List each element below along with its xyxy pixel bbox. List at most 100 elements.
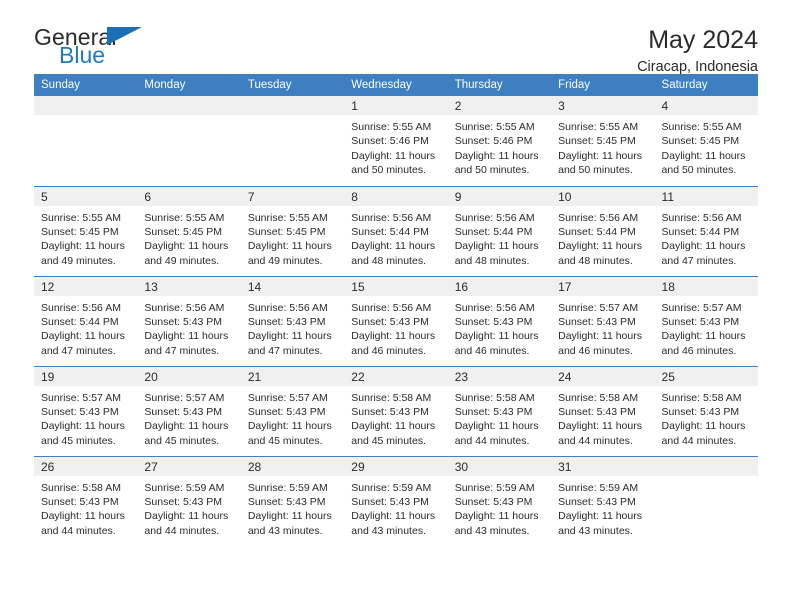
day-detail-daylight2: and 44 minutes. — [661, 434, 737, 447]
day-details: Sunrise: 5:59 AM Sunset: 5:43 PM Daylight:… — [137, 476, 240, 539]
general-blue-logo[interactable]: General Blue — [34, 24, 164, 72]
day-detail-daylight2: and 50 minutes. — [661, 164, 737, 177]
calendar-day-cell[interactable]: 3 Sunrise: 5:55 AM Sunset: 5:45 PM Daylight… — [551, 96, 655, 186]
day-detail-sunset: Sunset: 5:44 PM — [41, 315, 119, 328]
day-detail-sunrise: Sunrise: 5:59 AM — [351, 481, 432, 494]
calendar-day-cell[interactable]: 29 Sunrise: 5:59 AM Sunset: 5:43 PM Dayligh… — [344, 455, 448, 546]
calendar-week-row: 5 Sunrise: 5:55 AM Sunset: 5:45 PM Daylight… — [34, 185, 758, 276]
calendar-day-cell[interactable]: 9 Sunrise: 5:56 AM Sunset: 5:44 PM Daylight… — [447, 185, 552, 276]
calendar-week-row: 1 Sunrise: 5:55 AM Sunset: 5:46 PM Daylight… — [34, 96, 758, 186]
day-detail-sunset: Sunset: 5:45 PM — [41, 225, 119, 238]
day-details: Sunrise: 5:55 AM Sunset: 5:45 PM Daylight:… — [551, 115, 654, 178]
calendar-day-cell[interactable]: 23 Sunrise: 5:58 AM Sunset: 5:43 PM Dayligh… — [447, 365, 552, 456]
day-number: 28 — [240, 456, 345, 476]
calendar-day-cell[interactable]: 7 Sunrise: 5:55 AM Sunset: 5:45 PM Daylight… — [240, 185, 345, 276]
calendar-empty-cell — [137, 96, 241, 186]
calendar-day-cell[interactable]: 10 Sunrise: 5:56 AM Sunset: 5:44 PM Dayligh… — [551, 185, 655, 276]
day-detail-daylight1: Daylight: 11 hours — [41, 420, 125, 433]
day-box: 8 Sunrise: 5:56 AM Sunset: 5:44 PM Daylight… — [344, 186, 448, 276]
calendar-day-cell[interactable]: 14 Sunrise: 5:56 AM Sunset: 5:43 PM Dayligh… — [240, 275, 345, 366]
day-box: 16 Sunrise: 5:56 AM Sunset: 5:43 PM Dayligh… — [447, 276, 552, 366]
calendar-week-row: 12 Sunrise: 5:56 AM Sunset: 5:44 PM Dayligh… — [34, 275, 758, 366]
calendar-day-cell[interactable]: 8 Sunrise: 5:56 AM Sunset: 5:44 PM Daylight… — [344, 185, 448, 276]
day-number: 5 — [34, 186, 138, 206]
calendar-day-cell[interactable]: 31 Sunrise: 5:59 AM Sunset: 5:43 PM Dayligh… — [551, 455, 655, 546]
calendar-empty-cell — [654, 455, 758, 546]
day-details — [241, 115, 344, 120]
day-detail-sunset: Sunset: 5:44 PM — [454, 225, 533, 238]
day-details: Sunrise: 5:58 AM Sunset: 5:43 PM Daylight:… — [655, 386, 758, 449]
calendar-day-cell[interactable]: 6 Sunrise: 5:55 AM Sunset: 5:45 PM Daylight… — [137, 185, 241, 276]
calendar-day-cell[interactable]: 18 Sunrise: 5:57 AM Sunset: 5:43 PM Dayligh… — [654, 275, 758, 366]
day-detail-sunset: Sunset: 5:43 PM — [351, 495, 429, 508]
calendar-day-cell[interactable]: 4 Sunrise: 5:55 AM Sunset: 5:45 PM Daylight… — [654, 96, 758, 186]
calendar-day-cell[interactable]: 15 Sunrise: 5:56 AM Sunset: 5:43 PM Dayligh… — [344, 275, 448, 366]
day-detail-sunrise: Sunrise: 5:55 AM — [454, 121, 535, 133]
day-box: 6 Sunrise: 5:55 AM Sunset: 5:45 PM Daylight… — [137, 186, 241, 276]
day-box — [240, 96, 345, 186]
day-detail-sunrise: Sunrise: 5:56 AM — [351, 301, 432, 314]
calendar-day-cell[interactable]: 2 Sunrise: 5:55 AM Sunset: 5:46 PM Daylight… — [447, 96, 552, 186]
calendar-day-cell[interactable]: 27 Sunrise: 5:59 AM Sunset: 5:43 PM Dayligh… — [137, 455, 241, 546]
day-box: 10 Sunrise: 5:56 AM Sunset: 5:44 PM Dayligh… — [551, 186, 655, 276]
calendar-day-cell[interactable]: 12 Sunrise: 5:56 AM Sunset: 5:44 PM Dayligh… — [34, 275, 138, 366]
day-number — [240, 96, 345, 115]
day-number: 22 — [344, 366, 448, 386]
day-box: 22 Sunrise: 5:58 AM Sunset: 5:43 PM Dayligh… — [344, 366, 448, 456]
calendar-day-cell[interactable]: 11 Sunrise: 5:56 AM Sunset: 5:44 PM Dayligh… — [654, 185, 758, 276]
day-detail-sunrise: Sunrise: 5:57 AM — [247, 391, 328, 404]
day-box: 17 Sunrise: 5:57 AM Sunset: 5:43 PM Dayligh… — [551, 276, 655, 366]
day-detail-sunset: Sunset: 5:45 PM — [661, 135, 740, 148]
day-detail-sunset: Sunset: 5:43 PM — [558, 405, 636, 418]
calendar-day-cell[interactable]: 21 Sunrise: 5:57 AM Sunset: 5:43 PM Dayligh… — [240, 365, 345, 456]
day-detail-daylight2: and 48 minutes. — [454, 254, 530, 267]
calendar-day-cell[interactable]: 30 Sunrise: 5:59 AM Sunset: 5:43 PM Dayligh… — [447, 455, 552, 546]
day-detail-sunset: Sunset: 5:46 PM — [454, 135, 533, 148]
calendar-day-cell[interactable]: 22 Sunrise: 5:58 AM Sunset: 5:43 PM Dayligh… — [344, 365, 448, 456]
day-detail-sunset: Sunset: 5:43 PM — [247, 405, 326, 418]
day-box: 23 Sunrise: 5:58 AM Sunset: 5:43 PM Dayligh… — [447, 366, 552, 456]
day-number: 11 — [654, 186, 758, 206]
calendar-day-cell[interactable]: 5 Sunrise: 5:55 AM Sunset: 5:45 PM Daylight… — [34, 185, 138, 276]
day-details: Sunrise: 5:55 AM Sunset: 5:45 PM Daylight:… — [241, 206, 344, 269]
calendar-day-cell[interactable]: 26 Sunrise: 5:58 AM Sunset: 5:43 PM Dayligh… — [34, 455, 138, 547]
day-number: 7 — [240, 186, 345, 206]
day-detail-daylight2: and 45 minutes. — [41, 434, 116, 447]
day-detail-daylight2: and 44 minutes. — [144, 524, 220, 537]
day-box: 1 Sunrise: 5:55 AM Sunset: 5:46 PM Daylight… — [344, 96, 448, 186]
day-number: 3 — [551, 96, 655, 115]
calendar-day-cell[interactable]: 25 Sunrise: 5:58 AM Sunset: 5:43 PM Dayligh… — [654, 365, 758, 456]
day-box: 26 Sunrise: 5:58 AM Sunset: 5:43 PM Dayligh… — [34, 456, 138, 547]
day-detail-daylight1: Daylight: 11 hours — [351, 510, 436, 523]
day-detail-daylight1: Daylight: 11 hours — [454, 510, 539, 523]
day-detail-sunset: Sunset: 5:43 PM — [247, 315, 326, 328]
day-number: 21 — [240, 366, 345, 386]
day-number: 31 — [551, 456, 655, 476]
day-number: 19 — [34, 366, 138, 386]
day-detail-daylight2: and 46 minutes. — [558, 344, 633, 357]
calendar-day-cell[interactable]: 24 Sunrise: 5:58 AM Sunset: 5:43 PM Dayligh… — [551, 365, 655, 456]
calendar-day-cell[interactable]: 20 Sunrise: 5:57 AM Sunset: 5:43 PM Dayligh… — [137, 365, 241, 456]
day-details: Sunrise: 5:55 AM Sunset: 5:45 PM Daylight:… — [137, 206, 240, 269]
day-detail-daylight1: Daylight: 11 hours — [247, 240, 332, 253]
day-detail-sunset: Sunset: 5:43 PM — [144, 315, 223, 328]
day-detail-daylight2: and 43 minutes. — [351, 524, 426, 537]
day-number: 6 — [137, 186, 241, 206]
calendar-day-cell[interactable]: 1 Sunrise: 5:55 AM Sunset: 5:46 PM Daylight… — [344, 96, 448, 186]
day-detail-sunset: Sunset: 5:46 PM — [351, 135, 429, 148]
day-detail-sunset: Sunset: 5:43 PM — [144, 405, 223, 418]
day-detail-daylight1: Daylight: 11 hours — [351, 330, 436, 343]
day-detail-sunrise: Sunrise: 5:59 AM — [247, 481, 328, 494]
calendar-day-cell[interactable]: 19 Sunrise: 5:57 AM Sunset: 5:43 PM Dayligh… — [34, 365, 138, 456]
day-number: 16 — [447, 276, 552, 296]
day-box: 2 Sunrise: 5:55 AM Sunset: 5:46 PM Daylight… — [447, 96, 552, 186]
calendar-day-cell[interactable]: 16 Sunrise: 5:56 AM Sunset: 5:43 PM Dayligh… — [447, 275, 552, 366]
day-details: Sunrise: 5:56 AM Sunset: 5:44 PM Daylight:… — [448, 206, 551, 269]
day-detail-daylight1: Daylight: 11 hours — [247, 420, 332, 433]
day-detail-sunrise: Sunrise: 5:57 AM — [661, 301, 742, 314]
calendar-day-cell[interactable]: 13 Sunrise: 5:56 AM Sunset: 5:43 PM Dayligh… — [137, 275, 241, 366]
calendar-day-cell[interactable]: 17 Sunrise: 5:57 AM Sunset: 5:43 PM Dayligh… — [551, 275, 655, 366]
calendar-day-cell[interactable]: 28 Sunrise: 5:59 AM Sunset: 5:43 PM Dayligh… — [240, 455, 345, 546]
day-detail-sunset: Sunset: 5:43 PM — [351, 315, 429, 328]
day-details: Sunrise: 5:56 AM Sunset: 5:43 PM Daylight:… — [448, 296, 551, 359]
